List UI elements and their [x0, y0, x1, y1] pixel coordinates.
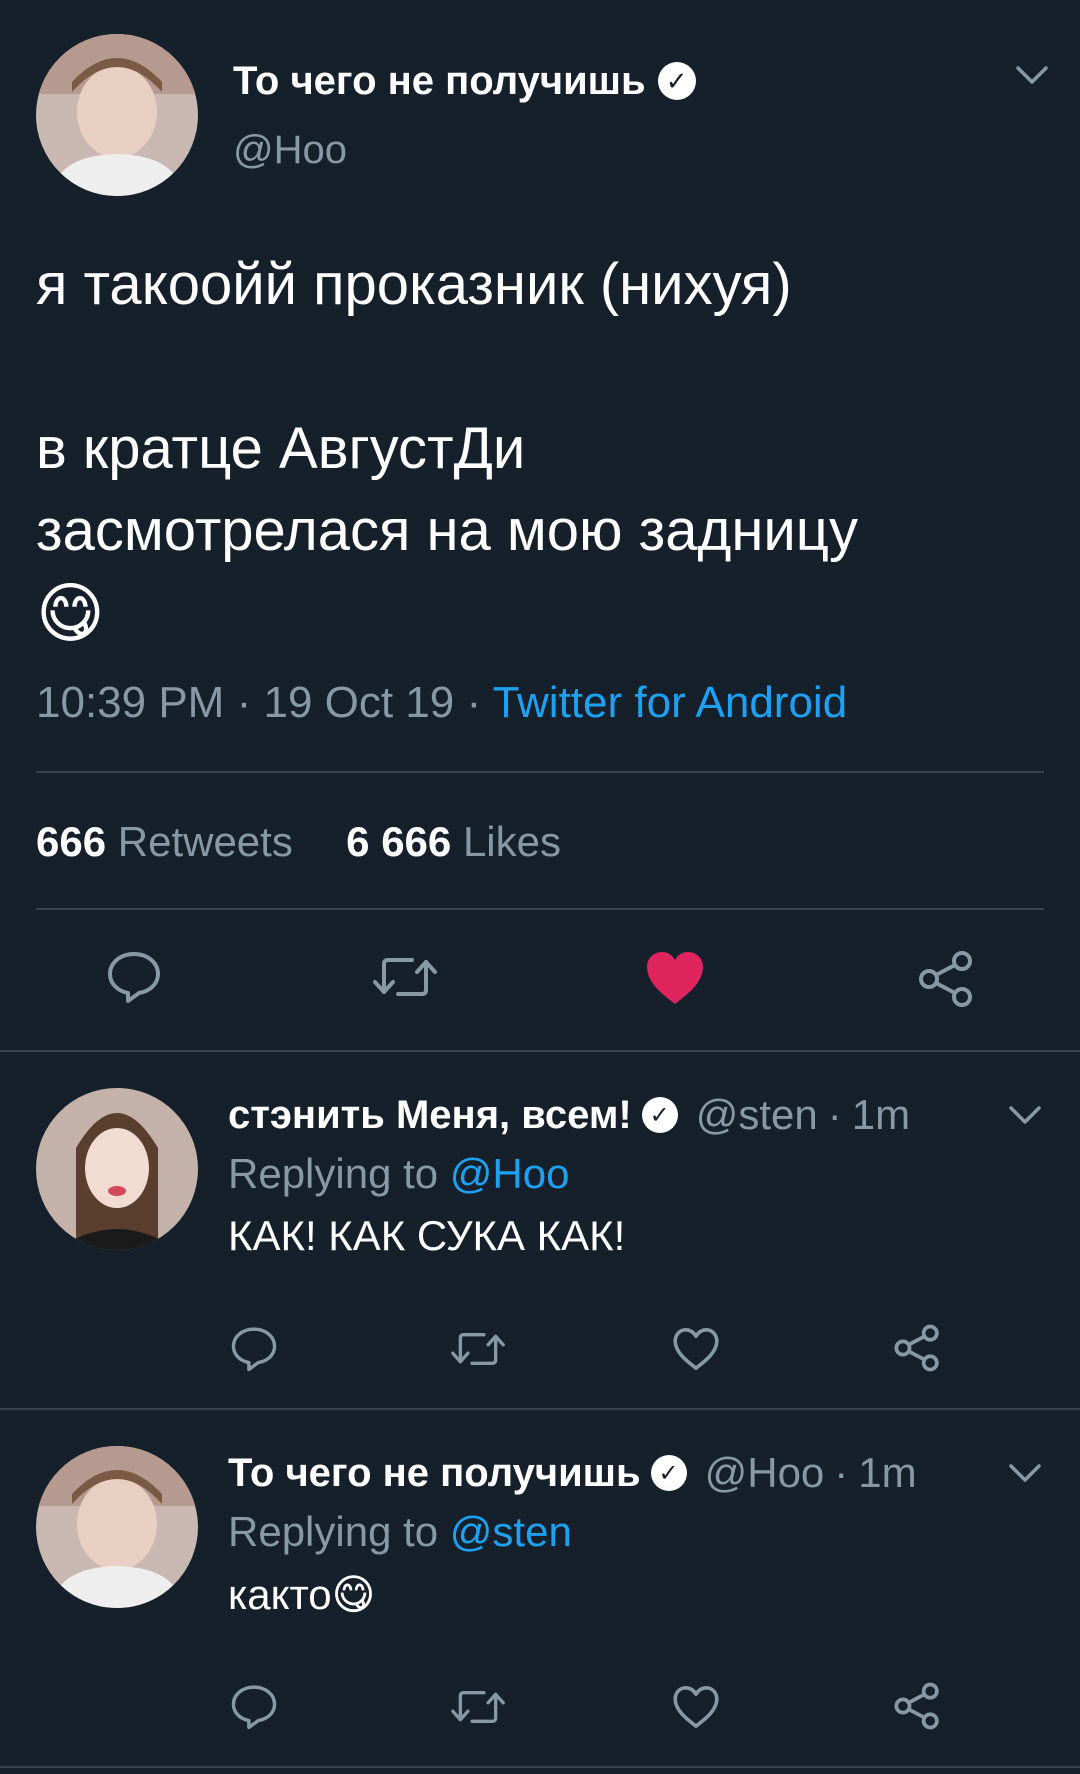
likes-stat[interactable]: 6 666 Likes: [346, 818, 561, 865]
reply-icon: [231, 1685, 277, 1730]
retweet-icon: [373, 958, 437, 996]
retweets-label: Retweets: [117, 818, 293, 865]
chevron-down-icon[interactable]: [1015, 64, 1049, 86]
reply-button[interactable]: [230, 1324, 278, 1372]
avatar[interactable]: [36, 1446, 198, 1608]
author-name[interactable]: стэнить Меня, всем!: [228, 1093, 632, 1138]
retweets-count: 666: [36, 818, 107, 865]
retweet-button[interactable]: [372, 952, 438, 1002]
heart-icon: [647, 952, 703, 1004]
avatar[interactable]: [36, 34, 198, 196]
replying-label: Replying to: [228, 1150, 439, 1197]
retweet-button[interactable]: [450, 1686, 506, 1728]
separator: ·: [236, 678, 252, 727]
tweet-age: 1m: [858, 1449, 917, 1496]
tweet-source-link[interactable]: Twitter for Android: [493, 678, 848, 727]
author-name[interactable]: То чего не получишь: [233, 59, 646, 104]
share-icon: [919, 951, 972, 1007]
reply-tweet[interactable]: стэнить Меня, всем! ✓ @sten · 1m Replyin…: [0, 1052, 1080, 1408]
verified-badge-icon: ✓: [657, 62, 696, 100]
emoji: 😋: [36, 576, 105, 650]
author-handle[interactable]: @sten: [696, 1091, 818, 1139]
share-icon: [894, 1324, 939, 1372]
tweet-date: 19 Oct 19: [263, 678, 455, 727]
chevron-down-icon[interactable]: [1008, 1104, 1042, 1126]
separator: ·: [834, 1449, 849, 1496]
heart-icon: [673, 1328, 719, 1370]
separator: ·: [827, 1091, 842, 1138]
likes-label: Likes: [462, 818, 562, 865]
verified-badge-icon: ✓: [650, 1455, 687, 1491]
reply-icon: [108, 952, 160, 1003]
divider: [0, 1766, 1080, 1768]
author-handle[interactable]: @Hoo: [705, 1449, 825, 1497]
tweet-time: 10:39 PM: [36, 678, 225, 727]
share-button[interactable]: [893, 1682, 941, 1730]
share-button[interactable]: [893, 1324, 941, 1372]
reply-button[interactable]: [106, 948, 162, 1004]
replying-to-link[interactable]: @sten: [450, 1508, 572, 1555]
separator: ·: [466, 678, 482, 727]
like-button[interactable]: [645, 950, 705, 1006]
divider: [36, 908, 1044, 910]
tweet-text-line: в кратце АвгустДи: [36, 416, 526, 481]
chevron-down-icon[interactable]: [1008, 1462, 1042, 1484]
share-icon: [894, 1682, 939, 1730]
tweet-text: я такоойй проказник (нихуя) в кратце Авг…: [36, 244, 1046, 654]
tweet-text: както: [228, 1571, 332, 1618]
author-handle[interactable]: @Hoo: [233, 128, 347, 173]
retweets-stat[interactable]: 666 Retweets: [36, 818, 305, 865]
replying-to-link[interactable]: @Hoo: [450, 1150, 570, 1197]
avatar[interactable]: [36, 1088, 198, 1250]
reply-button[interactable]: [230, 1682, 278, 1730]
likes-count: 6 666: [346, 818, 452, 865]
divider: [36, 771, 1044, 773]
heart-icon: [673, 1686, 719, 1728]
tweet-age: 1m: [851, 1091, 911, 1138]
tweet-text: КАК! КАК СУКА КАК!: [228, 1212, 626, 1259]
main-tweet: То чего не получишь ✓ @Hoo я такоойй про…: [0, 0, 1080, 1050]
like-button[interactable]: [672, 1326, 720, 1372]
reply-icon: [231, 1327, 277, 1372]
retweet-button[interactable]: [450, 1328, 506, 1370]
replying-label: Replying to: [228, 1508, 439, 1555]
like-button[interactable]: [672, 1684, 720, 1730]
tweet-text-line: засмотрелася на мою задницу: [36, 498, 858, 563]
emoji: 😋: [331, 1571, 376, 1618]
share-button[interactable]: [917, 950, 975, 1008]
author-name[interactable]: То чего не получишь: [228, 1451, 641, 1496]
retweet-icon: [451, 1333, 505, 1365]
reply-tweet[interactable]: То чего не получишь ✓ @Hoo · 1m Replying…: [0, 1410, 1080, 1766]
retweet-icon: [451, 1691, 505, 1723]
verified-badge-icon: ✓: [641, 1097, 678, 1133]
tweet-text-line: я такоойй проказник (нихуя): [36, 252, 792, 317]
